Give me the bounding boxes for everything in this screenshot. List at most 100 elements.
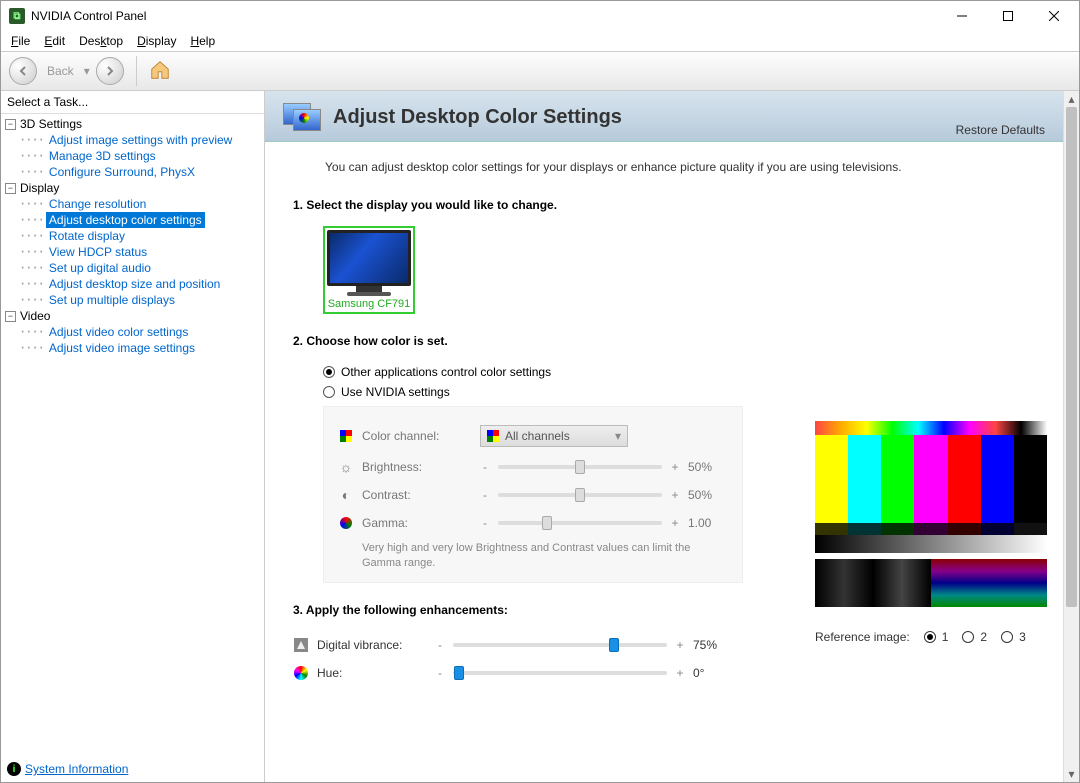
vibrance-label: Digital vibrance: [317,638,427,652]
minus-icon: - [480,460,490,474]
tree-link-size-pos[interactable]: Adjust desktop size and position [46,276,223,292]
display-name: Samsung CF791 [327,296,411,310]
info-icon: i [7,762,21,776]
sidebar: Select a Task... − 3D Settings ····Adjus… [1,91,265,782]
plus-icon: + [670,488,680,502]
tree-group-label: Display [20,181,59,195]
color-channel-select[interactable]: All channels ▾ [480,425,628,447]
tree-link-video-image[interactable]: Adjust video image settings [46,340,198,356]
page-header: Adjust Desktop Color Settings Restore De… [265,91,1063,142]
sidebar-footer: i System Information [7,762,128,776]
titlebar: ⧉ NVIDIA Control Panel [1,1,1079,31]
ref-option-3[interactable]: 3 [1001,627,1026,647]
color-controls-box: Color channel: All channels ▾ ☼ Brightne… [323,406,743,583]
task-tree: − 3D Settings ····Adjust image settings … [1,114,264,782]
tree-link-surround[interactable]: Configure Surround, PhysX [46,164,198,180]
vibrance-value: 75% [693,638,733,652]
radio-nvidia[interactable]: Use NVIDIA settings [323,382,1035,402]
tree-group-3d[interactable]: − 3D Settings [1,116,264,132]
menu-help[interactable]: Help [184,32,221,50]
minimize-button[interactable] [939,1,985,31]
tree-group-label: Video [20,309,50,323]
vibrance-icon [293,637,309,653]
menubar: File Edit Desktop Display Help [1,31,1079,51]
display-item[interactable]: Samsung CF791 [323,226,415,314]
chevron-down-icon: ▾ [615,429,621,443]
sidebar-header: Select a Task... [1,91,264,114]
hue-label: Hue: [317,666,427,680]
brightness-slider[interactable] [498,465,662,469]
restore-defaults-link[interactable]: Restore Defaults [956,123,1045,137]
combo-value: All channels [505,429,570,443]
close-button[interactable] [1031,1,1077,31]
page-title: Adjust Desktop Color Settings [333,106,622,129]
minus-icon: - [480,488,490,502]
brightness-label: Brightness: [362,460,472,474]
minus-icon: - [435,666,445,680]
app-icon: ⧉ [9,8,25,24]
vibrance-slider[interactable] [453,643,667,647]
hue-icon [293,665,309,681]
plus-icon: + [675,638,685,652]
contrast-slider[interactable] [498,493,662,497]
scrollbar-thumb[interactable] [1066,107,1077,607]
monitor-icon [327,230,411,286]
nav-back-button[interactable] [9,57,37,85]
radio-label: Other applications control color setting… [341,365,551,379]
tree-group-video[interactable]: − Video [1,308,264,324]
vertical-scrollbar[interactable]: ▴ ▾ [1063,91,1079,782]
plus-icon: + [670,460,680,474]
gamma-slider[interactable] [498,521,662,525]
section1-title: 1. Select the display you would like to … [293,198,1035,212]
collapse-icon[interactable]: − [5,183,16,194]
menu-file[interactable]: File [5,32,36,50]
gamma-label: Gamma: [362,516,472,530]
color-channel-label: Color channel: [362,429,472,443]
nav-back-label: Back [43,64,78,78]
menu-desktop[interactable]: Desktop [73,32,129,50]
tree-link-manage-3d[interactable]: Manage 3D settings [46,148,159,164]
system-information-link[interactable]: System Information [25,762,128,776]
reference-image-label: Reference image: [815,630,910,644]
ref-option-1[interactable]: 1 [924,627,949,647]
contrast-value: 50% [688,488,728,502]
brightness-icon: ☼ [338,459,354,475]
prism-icon [338,428,354,444]
plus-icon: + [675,666,685,680]
tree-group-label: 3D Settings [20,117,82,131]
reference-image: Reference image: 1 2 3 [815,421,1047,647]
tree-link-hdcp[interactable]: View HDCP status [46,244,150,260]
toolbar-divider [136,56,137,86]
tree-link-multi[interactable]: Set up multiple displays [46,292,178,308]
scroll-up-icon[interactable]: ▴ [1064,91,1079,107]
tree-link-change-res[interactable]: Change resolution [46,196,149,212]
hue-value: 0° [693,666,733,680]
collapse-icon[interactable]: − [5,119,16,130]
scroll-down-icon[interactable]: ▾ [1064,766,1079,782]
tree-link-rotate[interactable]: Rotate display [46,228,128,244]
minus-icon: - [480,516,490,530]
menu-edit[interactable]: Edit [38,32,71,50]
menu-display[interactable]: Display [131,32,182,50]
collapse-icon[interactable]: − [5,311,16,322]
nav-back-chevron-icon[interactable]: ▾ [84,64,90,78]
contrast-label: Contrast: [362,488,472,502]
tree-link-audio[interactable]: Set up digital audio [46,260,154,276]
ref-option-2[interactable]: 2 [962,627,987,647]
hue-slider[interactable] [453,671,667,675]
brightness-value: 50% [688,460,728,474]
toolbar: Back ▾ [1,51,1079,91]
maximize-button[interactable] [985,1,1031,31]
content-area: Adjust Desktop Color Settings Restore De… [265,91,1079,782]
header-icon [283,99,323,135]
tree-link-adjust-image[interactable]: Adjust image settings with preview [46,132,235,148]
radio-other-apps[interactable]: Other applications control color setting… [323,362,1035,382]
tree-link-video-color[interactable]: Adjust video color settings [46,324,191,340]
radio-icon [323,366,335,378]
prism-icon [487,430,499,442]
tree-link-adjust-color[interactable]: Adjust desktop color settings [46,212,205,228]
home-button[interactable] [149,59,171,84]
nav-forward-button[interactable] [96,57,124,85]
tree-group-display[interactable]: − Display [1,180,264,196]
section2-title: 2. Choose how color is set. [293,334,1035,348]
